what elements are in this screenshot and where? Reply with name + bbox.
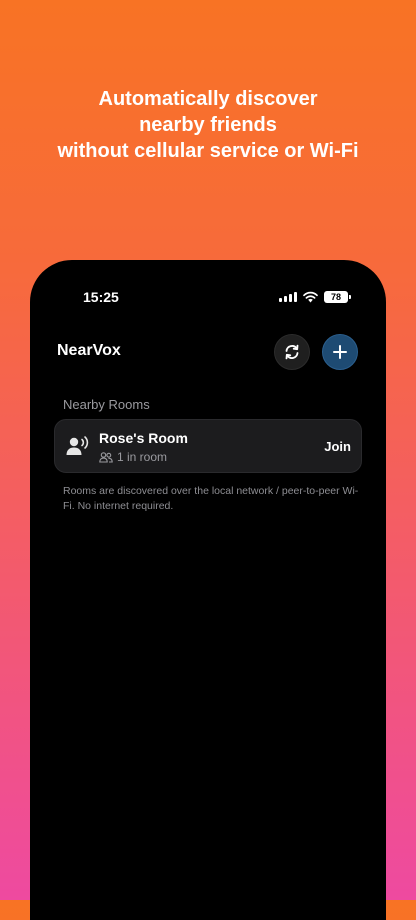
wifi-icon: [303, 291, 318, 303]
room-occupancy: 1 in room: [99, 450, 167, 464]
app-title: NearVox: [57, 342, 121, 359]
status-time: 15:25: [83, 289, 119, 305]
marketing-headline: Automatically discover nearby friends wi…: [0, 86, 416, 164]
occupancy-text: 1 in room: [117, 450, 168, 464]
cellular-signal-icon: [279, 292, 297, 302]
nearby-rooms-heading: Nearby Rooms: [63, 397, 150, 412]
people-icon: [99, 451, 113, 463]
headline-line-1: Automatically discover: [98, 88, 318, 110]
battery-level: 78: [330, 292, 341, 302]
add-room-button[interactable]: [322, 334, 358, 370]
status-bar: 15:25 78: [30, 260, 386, 334]
refresh-icon: [285, 344, 299, 360]
battery-icon: 78: [324, 291, 351, 303]
discovery-footnote: Rooms are discovered over the local netw…: [63, 485, 359, 512]
speaking-person-icon: [66, 436, 89, 455]
phone-screen: 15:25 78 NearVox Nearby Rooms Rose's Roo…: [30, 260, 386, 920]
room-list-item[interactable]: Rose's Room 1 in room Join: [54, 419, 362, 473]
headline-line-2: nearby friends: [139, 114, 277, 136]
plus-icon: [333, 345, 347, 359]
join-button[interactable]: Join: [324, 439, 351, 454]
room-name: Rose's Room: [99, 430, 188, 446]
status-icons: 78: [279, 289, 351, 305]
refresh-button[interactable]: [274, 334, 310, 370]
headline-line-3: without cellular service or Wi-Fi: [57, 140, 359, 162]
